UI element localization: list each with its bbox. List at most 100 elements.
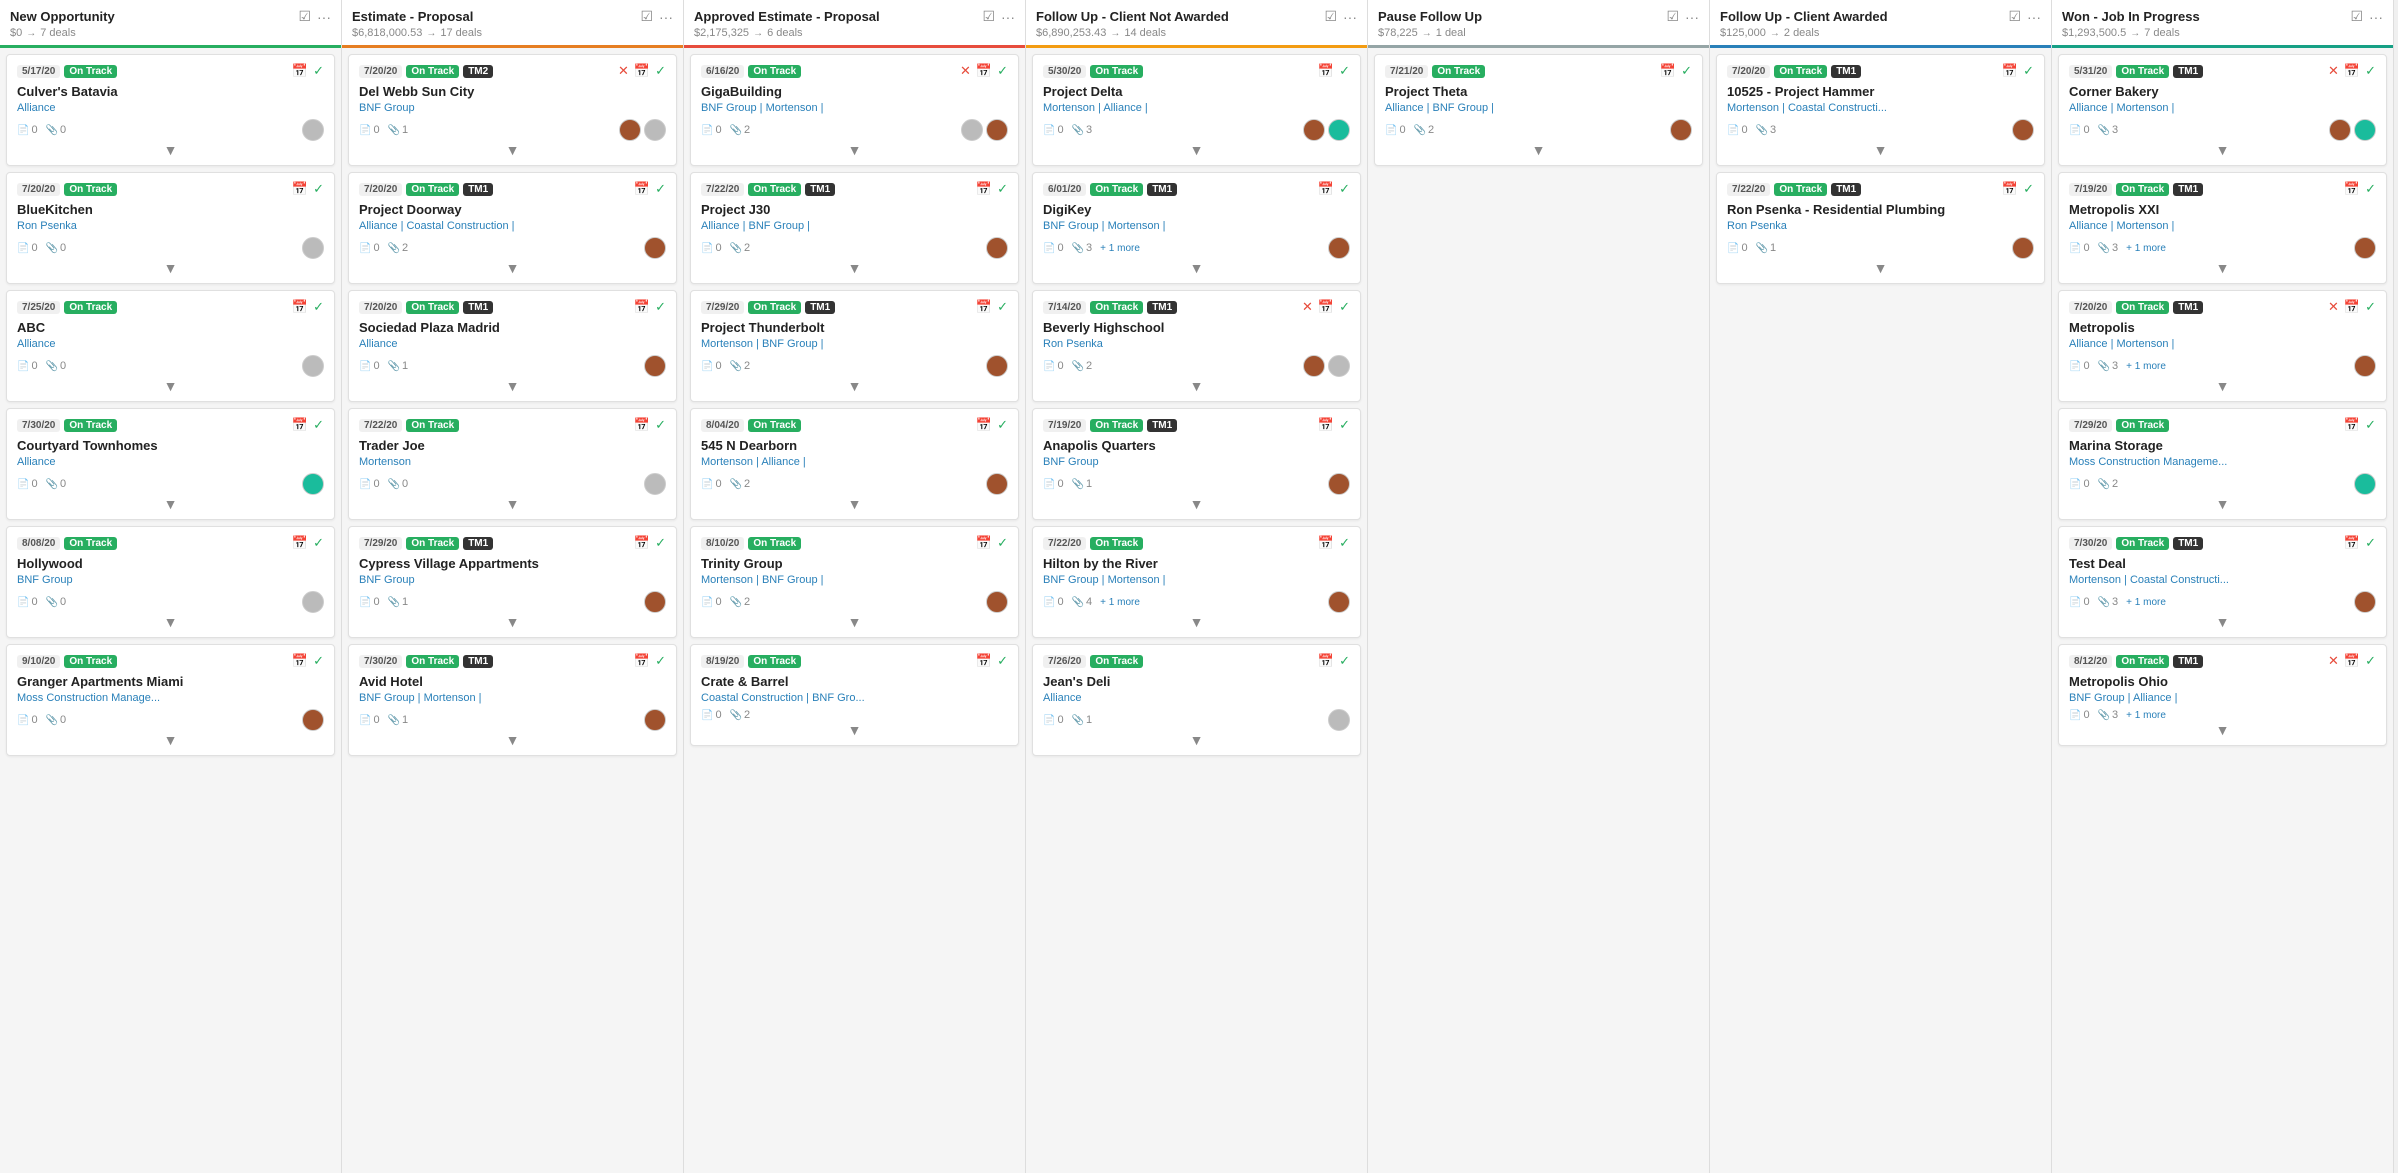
card-company[interactable]: BNF Group bbox=[359, 102, 666, 114]
card-company[interactable]: BNF Group | Alliance | bbox=[2069, 692, 2376, 704]
calendar-icon[interactable]: 📅 bbox=[1318, 63, 1334, 79]
card-company[interactable]: Alliance | Coastal Construction | bbox=[359, 220, 666, 232]
expand-button[interactable]: ▼ bbox=[359, 141, 666, 159]
check-icon[interactable]: ✓ bbox=[2365, 181, 2376, 197]
check-icon[interactable]: ✓ bbox=[2365, 63, 2376, 79]
column-check-icon[interactable]: ☑ bbox=[2350, 8, 2363, 25]
expand-button[interactable]: ▼ bbox=[701, 141, 1008, 159]
expand-button[interactable]: ▼ bbox=[17, 731, 324, 749]
close-icon[interactable]: ✕ bbox=[2328, 63, 2339, 79]
card-company[interactable]: Alliance | BNF Group | bbox=[701, 220, 1008, 232]
check-icon[interactable]: ✓ bbox=[1339, 299, 1350, 315]
expand-button[interactable]: ▼ bbox=[2069, 259, 2376, 277]
card-company[interactable]: Moss Construction Manageme... bbox=[2069, 456, 2376, 468]
check-icon[interactable]: ✓ bbox=[655, 535, 666, 551]
calendar-icon[interactable]: 📅 bbox=[2002, 181, 2018, 197]
card[interactable]: 8/04/20On Track📅✓545 N DearbornMortenson… bbox=[690, 408, 1019, 520]
calendar-icon[interactable]: 📅 bbox=[976, 181, 992, 197]
check-icon[interactable]: ✓ bbox=[2365, 653, 2376, 669]
check-icon[interactable]: ✓ bbox=[655, 181, 666, 197]
check-icon[interactable]: ✓ bbox=[313, 181, 324, 197]
calendar-icon[interactable]: 📅 bbox=[2344, 417, 2360, 433]
card[interactable]: 7/22/20On TrackTM1📅✓Project J30Alliance … bbox=[690, 172, 1019, 284]
check-icon[interactable]: ✓ bbox=[1339, 417, 1350, 433]
check-icon[interactable]: ✓ bbox=[1681, 63, 1692, 79]
card-company[interactable]: BNF Group | Mortenson | bbox=[359, 692, 666, 704]
card[interactable]: 7/19/20On TrackTM1📅✓Metropolis XXIAllian… bbox=[2058, 172, 2387, 284]
card[interactable]: 7/30/20On TrackTM1📅✓Avid HotelBNF Group … bbox=[348, 644, 677, 756]
card[interactable]: 7/20/20On TrackTM1📅✓Project DoorwayAllia… bbox=[348, 172, 677, 284]
column-check-icon[interactable]: ☑ bbox=[2008, 8, 2021, 25]
calendar-icon[interactable]: 📅 bbox=[1318, 653, 1334, 669]
calendar-icon[interactable]: 📅 bbox=[2344, 535, 2360, 551]
card-company[interactable]: Ron Psenka bbox=[1043, 338, 1350, 350]
card-company[interactable]: Mortenson | BNF Group | bbox=[701, 338, 1008, 350]
card[interactable]: 7/20/20On TrackTM1✕📅✓MetropolisAlliance … bbox=[2058, 290, 2387, 402]
check-icon[interactable]: ✓ bbox=[997, 63, 1008, 79]
check-icon[interactable]: ✓ bbox=[2365, 535, 2376, 551]
card[interactable]: 8/08/20On Track📅✓HollywoodBNF Group📄 0📎 … bbox=[6, 526, 335, 638]
card-company[interactable]: Mortenson | BNF Group | bbox=[701, 574, 1008, 586]
expand-button[interactable]: ▼ bbox=[1043, 613, 1350, 631]
card-company[interactable]: BNF Group bbox=[17, 574, 324, 586]
expand-button[interactable]: ▼ bbox=[1385, 141, 1692, 159]
expand-button[interactable]: ▼ bbox=[17, 613, 324, 631]
plus-more[interactable]: + 1 more bbox=[2126, 710, 2166, 721]
column-more-icon[interactable]: ··· bbox=[2027, 9, 2041, 25]
card-company[interactable]: Alliance | BNF Group | bbox=[1385, 102, 1692, 114]
expand-button[interactable]: ▼ bbox=[2069, 141, 2376, 159]
plus-more[interactable]: + 1 more bbox=[2126, 361, 2166, 372]
calendar-icon[interactable]: 📅 bbox=[1318, 181, 1334, 197]
card[interactable]: 7/25/20On Track📅✓ABCAlliance📄 0📎 0▼ bbox=[6, 290, 335, 402]
calendar-icon[interactable]: 📅 bbox=[292, 299, 308, 315]
close-icon[interactable]: ✕ bbox=[1302, 299, 1313, 315]
close-icon[interactable]: ✕ bbox=[618, 63, 629, 79]
column-check-icon[interactable]: ☑ bbox=[1666, 8, 1679, 25]
expand-button[interactable]: ▼ bbox=[1727, 141, 2034, 159]
calendar-icon[interactable]: 📅 bbox=[976, 63, 992, 79]
card-company[interactable]: Alliance | Mortenson | bbox=[2069, 220, 2376, 232]
column-more-icon[interactable]: ··· bbox=[2369, 9, 2383, 25]
column-check-icon[interactable]: ☑ bbox=[298, 8, 311, 25]
card[interactable]: 9/10/20On Track📅✓Granger Apartments Miam… bbox=[6, 644, 335, 756]
card-company[interactable]: Mortenson | Coastal Constructi... bbox=[1727, 102, 2034, 114]
expand-button[interactable]: ▼ bbox=[701, 259, 1008, 277]
check-icon[interactable]: ✓ bbox=[655, 63, 666, 79]
expand-button[interactable]: ▼ bbox=[2069, 613, 2376, 631]
plus-more[interactable]: + 1 more bbox=[1100, 597, 1140, 608]
calendar-icon[interactable]: 📅 bbox=[2002, 63, 2018, 79]
check-icon[interactable]: ✓ bbox=[997, 299, 1008, 315]
check-icon[interactable]: ✓ bbox=[1339, 653, 1350, 669]
calendar-icon[interactable]: 📅 bbox=[1318, 299, 1334, 315]
card[interactable]: 5/31/20On TrackTM1✕📅✓Corner BakeryAllian… bbox=[2058, 54, 2387, 166]
card[interactable]: 8/12/20On TrackTM1✕📅✓Metropolis OhioBNF … bbox=[2058, 644, 2387, 746]
column-more-icon[interactable]: ··· bbox=[1343, 9, 1357, 25]
card[interactable]: 6/16/20On Track✕📅✓GigaBuildingBNF Group … bbox=[690, 54, 1019, 166]
expand-button[interactable]: ▼ bbox=[359, 613, 666, 631]
card-company[interactable]: Alliance bbox=[1043, 692, 1350, 704]
calendar-icon[interactable]: 📅 bbox=[292, 653, 308, 669]
check-icon[interactable]: ✓ bbox=[313, 417, 324, 433]
expand-button[interactable]: ▼ bbox=[1043, 731, 1350, 749]
check-icon[interactable]: ✓ bbox=[997, 181, 1008, 197]
calendar-icon[interactable]: 📅 bbox=[1318, 535, 1334, 551]
check-icon[interactable]: ✓ bbox=[2365, 299, 2376, 315]
check-icon[interactable]: ✓ bbox=[1339, 535, 1350, 551]
plus-more[interactable]: + 1 more bbox=[2126, 597, 2166, 608]
card-company[interactable]: BNF Group | Mortenson | bbox=[1043, 220, 1350, 232]
expand-button[interactable]: ▼ bbox=[359, 731, 666, 749]
card[interactable]: 7/22/20On Track📅✓Hilton by the RiverBNF … bbox=[1032, 526, 1361, 638]
check-icon[interactable]: ✓ bbox=[2023, 63, 2034, 79]
card[interactable]: 5/30/20On Track📅✓Project DeltaMortenson … bbox=[1032, 54, 1361, 166]
calendar-icon[interactable]: 📅 bbox=[2344, 653, 2360, 669]
check-icon[interactable]: ✓ bbox=[997, 535, 1008, 551]
close-icon[interactable]: ✕ bbox=[2328, 653, 2339, 669]
column-more-icon[interactable]: ··· bbox=[1685, 9, 1699, 25]
card-company[interactable]: Moss Construction Manage... bbox=[17, 692, 324, 704]
calendar-icon[interactable]: 📅 bbox=[976, 299, 992, 315]
card[interactable]: 7/22/20On Track📅✓Trader JoeMortenson📄 0📎… bbox=[348, 408, 677, 520]
calendar-icon[interactable]: 📅 bbox=[634, 63, 650, 79]
expand-button[interactable]: ▼ bbox=[2069, 495, 2376, 513]
card[interactable]: 7/29/20On TrackTM1📅✓Project ThunderboltM… bbox=[690, 290, 1019, 402]
card[interactable]: 7/21/20On Track📅✓Project ThetaAlliance |… bbox=[1374, 54, 1703, 166]
